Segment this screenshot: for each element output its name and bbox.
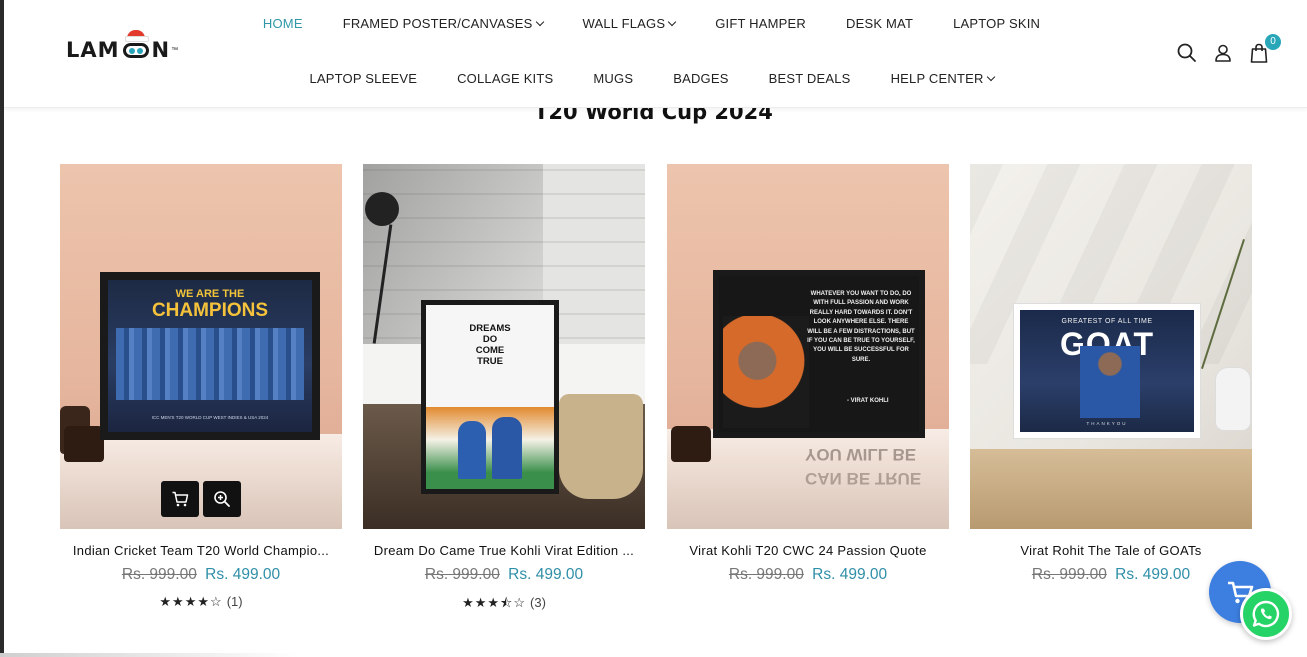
poster-small-text: GREATEST OF ALL TIME (1061, 318, 1153, 325)
product-card[interactable]: WE ARE THE CHAMPIONS ICC MEN'S T20 WORLD… (60, 164, 342, 610)
product-card[interactable]: WHATEVER YOU WANT TO DO, DO WITH FULL PA… (667, 164, 949, 584)
poster-footer: THANKYOU (1086, 421, 1128, 426)
nav-mugs[interactable]: MUGS (573, 71, 653, 86)
add-to-cart-button[interactable] (161, 481, 199, 517)
logo-text-left: LAM (66, 38, 120, 62)
search-icon[interactable] (1176, 42, 1198, 64)
nav-collage-kits[interactable]: COLLAGE KITS (437, 71, 573, 86)
product-image[interactable]: GREATEST OF ALL TIME GOAT THANKYOU (970, 164, 1252, 529)
nav-best-deals[interactable]: BEST DEALS (749, 71, 871, 86)
nav-home[interactable]: HOME (243, 16, 323, 31)
product-card[interactable]: DREAMS DO COME TRUE Dream Do Came True K… (363, 164, 645, 616)
nav-label: LAPTOP SKIN (953, 16, 1041, 31)
reflection-line: YOU WILL BE (805, 445, 917, 464)
logo-mascot-icon (121, 30, 151, 61)
nav-label: GIFT HAMPER (715, 16, 807, 31)
sale-price: Rs. 499.00 (508, 566, 584, 583)
nav-label: BEST DEALS (768, 71, 851, 86)
product-title[interactable]: Virat Kohli T20 CWC 24 Passion Quote (667, 543, 949, 558)
nav-label: WALL FLAGS (582, 16, 666, 31)
product-price: Rs. 999.00 Rs. 499.00 (363, 566, 645, 584)
logo-trademark: ™ (171, 46, 179, 54)
nav-framed-poster[interactable]: FRAMED POSTER/CANVASES (323, 16, 563, 31)
nav-label: MUGS (593, 71, 634, 86)
compare-price: Rs. 999.00 (728, 566, 804, 583)
product-title[interactable]: Dream Do Came True Kohli Virat Edition .… (363, 543, 645, 558)
review-count: (1) (226, 594, 243, 609)
nav-badges[interactable]: BADGES (653, 71, 748, 86)
poster-line: COME (475, 345, 505, 356)
nav-label: HOME (262, 16, 303, 31)
poster-headline-1: WE ARE THE (175, 288, 245, 300)
whatsapp-icon (1252, 600, 1280, 628)
reflection-line: CAN BE TRUE (805, 469, 922, 488)
main-nav-row-1: HOME FRAMED POSTER/CANVASES WALL FLAGS G… (0, 16, 1303, 31)
cart-count-badge: 0 (1265, 34, 1281, 50)
poster-line: DO (482, 334, 498, 345)
poster-quote-author: - VIRAT KOHLI (847, 398, 889, 404)
nav-label: COLLAGE KITS (457, 71, 554, 86)
brand-logo[interactable]: LAM N ™ (66, 30, 178, 70)
rating-stars: ★★★⯪☆ (3) (363, 594, 645, 616)
product-title[interactable]: Indian Cricket Team T20 World Champio... (60, 543, 342, 558)
poster-headline-2: CHAMPIONS (151, 300, 269, 321)
rating-stars: ★★★★☆ (1) (60, 594, 342, 610)
compare-price: Rs. 999.00 (1031, 566, 1107, 583)
nav-label: HELP CENTER (890, 71, 984, 86)
quick-view-button[interactable] (203, 481, 241, 517)
logo-text-right: N (151, 38, 171, 62)
page-bottom-edge (0, 653, 300, 657)
product-image[interactable]: WE ARE THE CHAMPIONS ICC MEN'S T20 WORLD… (60, 164, 342, 529)
whatsapp-chat-button[interactable] (1240, 588, 1292, 640)
cart-icon (172, 491, 189, 507)
nav-label: BADGES (673, 71, 729, 86)
sale-price: Rs. 499.00 (1115, 566, 1191, 583)
nav-laptop-sleeve[interactable]: LAPTOP SLEEVE (289, 71, 437, 86)
header-actions: 0 (1167, 34, 1307, 66)
product-price: Rs. 999.00 Rs. 499.00 (60, 566, 342, 584)
poster-quote: WHATEVER YOU WANT TO DO, DO WITH FULL PA… (807, 291, 915, 363)
main-nav-row-2: LAPTOP SLEEVE COLLAGE KITS MUGS BADGES B… (0, 71, 1303, 86)
product-image[interactable]: DREAMS DO COME TRUE (363, 164, 645, 529)
product-image[interactable]: WHATEVER YOU WANT TO DO, DO WITH FULL PA… (667, 164, 949, 529)
zoom-in-icon (214, 491, 230, 507)
nav-desk-mat[interactable]: DESK MAT (826, 16, 933, 31)
nav-laptop-skin[interactable]: LAPTOP SKIN (933, 16, 1060, 31)
site-header: LAM N ™ HOME FRAMED POSTER/CANVASES WALL… (4, 0, 1307, 108)
sale-price: Rs. 499.00 (205, 566, 281, 583)
nav-label: DESK MAT (846, 16, 914, 31)
poster-line: TRUE (477, 356, 503, 367)
stars: ★★★⯪☆ (462, 595, 527, 610)
compare-price: Rs. 999.00 (121, 566, 197, 583)
nav-help-center[interactable]: HELP CENTER (871, 71, 1014, 86)
nav-label: LAPTOP SLEEVE (309, 71, 418, 86)
product-card[interactable]: GREATEST OF ALL TIME GOAT THANKYOU Virat… (970, 164, 1252, 584)
review-count: (3) (530, 595, 546, 610)
compare-price: Rs. 999.00 (424, 566, 500, 583)
stars: ★★★★☆ (159, 594, 223, 609)
chevron-down-icon (986, 72, 995, 81)
product-price: Rs. 999.00 Rs. 499.00 (667, 566, 949, 584)
nav-label: FRAMED POSTER/CANVASES (342, 16, 533, 31)
sale-price: Rs. 499.00 (812, 566, 888, 583)
nav-gift-hamper[interactable]: GIFT HAMPER (695, 16, 826, 31)
poster-line: DREAMS (469, 323, 511, 334)
chevron-down-icon (535, 17, 544, 26)
poster-footer: ICC MEN'S T20 WORLD CUP WEST INDIES & US… (151, 415, 269, 420)
chevron-down-icon (667, 17, 677, 26)
user-icon[interactable] (1212, 42, 1234, 64)
product-title[interactable]: Virat Rohit The Tale of GOATs (970, 543, 1252, 558)
nav-wall-flags[interactable]: WALL FLAGS (563, 16, 696, 31)
